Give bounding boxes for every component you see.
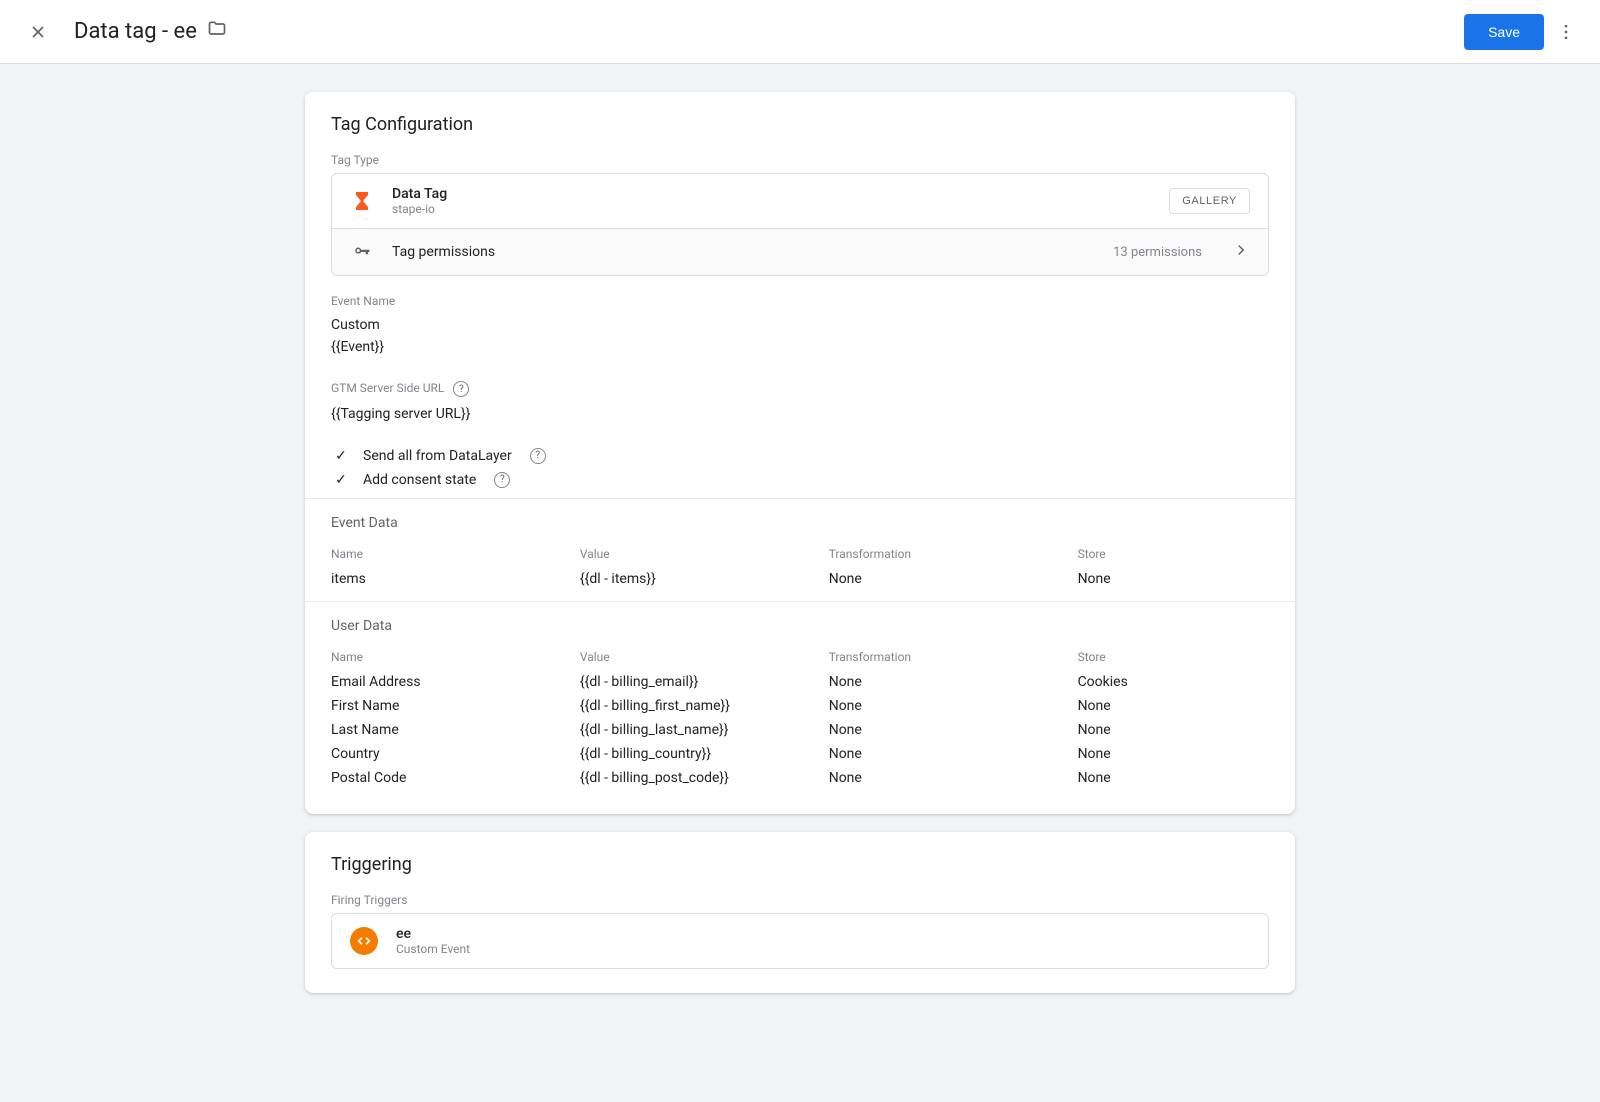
consent-label: Add consent state <box>363 472 476 488</box>
close-button[interactable] <box>24 18 52 46</box>
tag-type-box: Data Tag stape-io GALLERY Tag permission… <box>331 173 1269 276</box>
event-data-section: Event Data Name Value Transformation Sto… <box>305 498 1295 591</box>
header: Data tag - ee Save <box>0 0 1600 64</box>
chevron-right-icon <box>1232 241 1250 263</box>
table-cell: {{dl - billing_country}} <box>580 742 829 766</box>
table-cell: None <box>1078 718 1269 742</box>
permissions-label: Tag permissions <box>392 244 495 260</box>
server-url-value: {{Tagging server URL}} <box>331 403 1269 425</box>
permissions-count: 13 permissions <box>1113 245 1202 260</box>
header-left: Data tag - ee <box>24 18 227 46</box>
col-store: Store <box>1078 644 1269 670</box>
user-data-table: Name Value Transformation Store Email Ad… <box>331 644 1269 790</box>
tag-config-card: Tag Configuration Tag Type Data Tag stap… <box>305 92 1295 814</box>
table-cell: {{dl - billing_first_name}} <box>580 694 829 718</box>
col-name: Name <box>331 541 580 567</box>
table-cell: None <box>829 694 1078 718</box>
col-store: Store <box>1078 541 1269 567</box>
col-value: Value <box>580 644 829 670</box>
trigger-type: Custom Event <box>396 942 470 956</box>
table-cell: First Name <box>331 694 580 718</box>
event-name-value-1: Custom <box>331 314 1269 336</box>
table-cell: None <box>829 766 1078 790</box>
help-icon[interactable]: ? <box>453 381 469 397</box>
col-trans: Transformation <box>829 541 1078 567</box>
table-cell: {{dl - billing_post_code}} <box>580 766 829 790</box>
tag-type-vendor: stape-io <box>392 202 447 216</box>
check-icon: ✓ <box>331 472 351 488</box>
table-cell: items <box>331 567 580 591</box>
event-name-block: Event Name Custom {{Event}} <box>331 294 1269 359</box>
more-button[interactable] <box>1552 18 1580 46</box>
col-value: Value <box>580 541 829 567</box>
trigger-row[interactable]: ee Custom Event <box>331 913 1269 969</box>
triggering-heading: Triggering <box>331 854 1269 875</box>
tag-type-name: Data Tag <box>392 186 447 202</box>
table-cell: None <box>829 670 1078 694</box>
table-cell: None <box>829 742 1078 766</box>
tag-permissions-row[interactable]: Tag permissions 13 permissions <box>332 228 1268 275</box>
header-right: Save <box>1464 14 1580 50</box>
table-cell: None <box>829 567 1078 591</box>
close-icon <box>28 22 48 42</box>
help-icon[interactable]: ? <box>530 448 546 464</box>
table-cell: None <box>829 718 1078 742</box>
tag-type-label: Tag Type <box>331 153 1269 167</box>
user-data-heading: User Data <box>331 618 1269 634</box>
folder-icon <box>207 19 227 45</box>
send-all-check: ✓ Send all from DataLayer ? <box>331 448 1269 464</box>
send-all-label: Send all from DataLayer <box>363 448 512 464</box>
table-cell: None <box>1078 567 1269 591</box>
server-url-label-text: GTM Server Side URL <box>331 381 444 395</box>
key-icon <box>350 243 374 261</box>
col-trans: Transformation <box>829 644 1078 670</box>
table-cell: None <box>1078 742 1269 766</box>
consent-check: ✓ Add consent state ? <box>331 472 1269 488</box>
col-name: Name <box>331 644 580 670</box>
trigger-name: ee <box>396 926 470 942</box>
event-name-value-2: {{Event}} <box>331 336 1269 358</box>
server-url-label: GTM Server Side URL ? <box>331 381 1269 398</box>
gallery-button[interactable]: GALLERY <box>1169 188 1250 214</box>
event-name-label: Event Name <box>331 294 1269 308</box>
more-vert-icon <box>1556 22 1576 42</box>
page-title-text: Data tag - ee <box>74 19 197 44</box>
tag-type-row[interactable]: Data Tag stape-io GALLERY <box>332 174 1268 228</box>
table-cell: Email Address <box>331 670 580 694</box>
custom-event-icon <box>350 927 378 955</box>
table-cell: Cookies <box>1078 670 1269 694</box>
table-cell: None <box>1078 694 1269 718</box>
data-tag-icon <box>350 189 374 213</box>
table-cell: Last Name <box>331 718 580 742</box>
tag-config-heading: Tag Configuration <box>331 114 1269 135</box>
user-data-section: User Data Name Value Transformation Stor… <box>305 601 1295 790</box>
server-url-block: GTM Server Side URL ? {{Tagging server U… <box>331 381 1269 426</box>
table-cell: Postal Code <box>331 766 580 790</box>
table-cell: {{dl - billing_last_name}} <box>580 718 829 742</box>
event-data-table: Name Value Transformation Store items{{d… <box>331 541 1269 591</box>
table-cell: Country <box>331 742 580 766</box>
page-title[interactable]: Data tag - ee <box>74 19 227 45</box>
event-data-heading: Event Data <box>331 515 1269 531</box>
triggering-card: Triggering Firing Triggers ee Custom Eve… <box>305 832 1295 993</box>
firing-triggers-label: Firing Triggers <box>331 893 1269 907</box>
page-content: Tag Configuration Tag Type Data Tag stap… <box>305 92 1295 993</box>
table-cell: {{dl - items}} <box>580 567 829 591</box>
check-icon: ✓ <box>331 448 351 464</box>
save-button[interactable]: Save <box>1464 14 1544 50</box>
table-cell: None <box>1078 766 1269 790</box>
table-cell: {{dl - billing_email}} <box>580 670 829 694</box>
help-icon[interactable]: ? <box>494 472 510 488</box>
